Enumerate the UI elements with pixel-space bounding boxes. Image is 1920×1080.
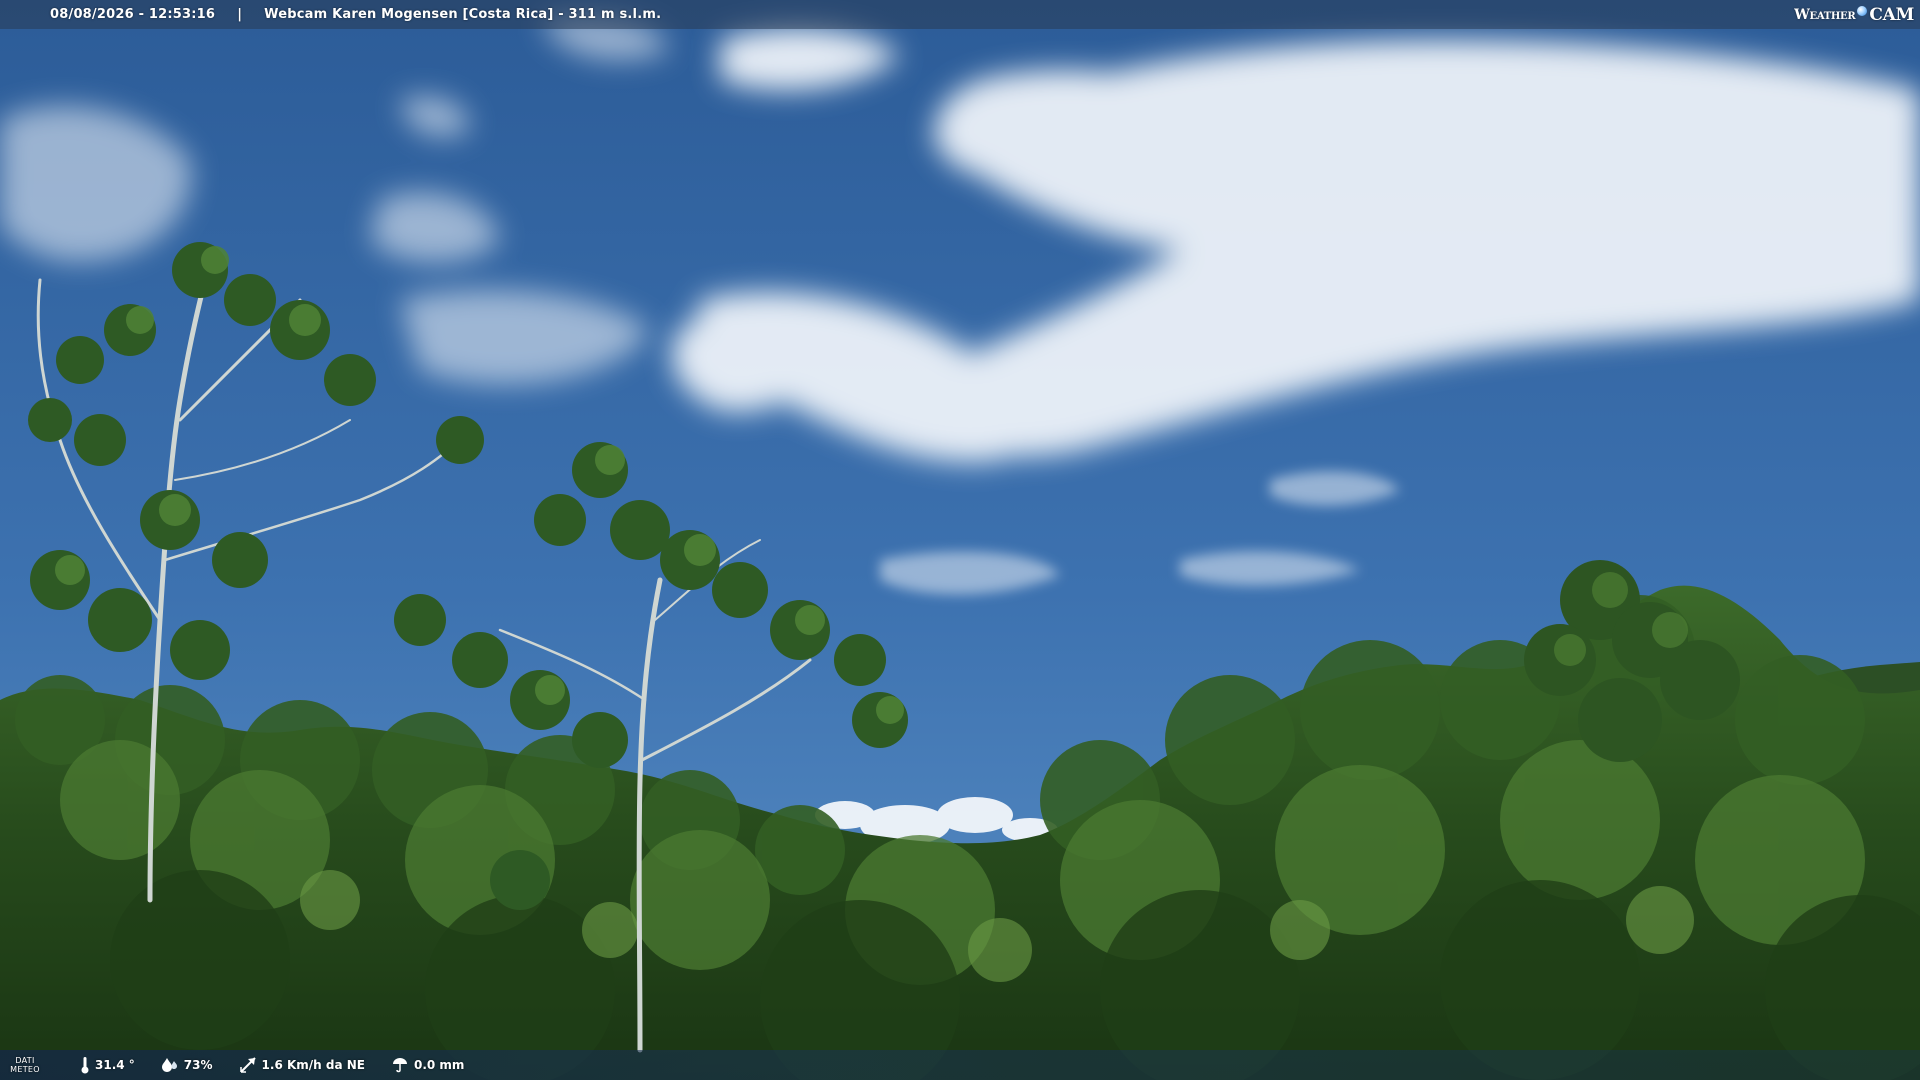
temperature-reading: 31.4 °: [80, 1056, 135, 1074]
rain-value: 0.0 mm: [413, 1058, 465, 1072]
brand-prefix: Weather: [1794, 7, 1856, 23]
humidity-reading: 73%: [161, 1057, 213, 1073]
rain-reading: 0.0 mm: [391, 1057, 464, 1073]
weather-data-bar: DATI METEO 31.4 ° 73% 1.6 Km/h da NE 0.0…: [0, 1050, 1920, 1080]
meteo-label-line1: DATI: [15, 1056, 35, 1065]
webcam-image: [0, 0, 1920, 1080]
wind-value: 1.6 Km/h da NE: [261, 1058, 365, 1072]
humidity-value: 73%: [183, 1058, 213, 1072]
temperature-value: 31.4 °: [95, 1058, 135, 1072]
capture-datetime: 08/08/2026 - 12:53:16: [50, 7, 216, 22]
brand-suffix: CAM: [1869, 5, 1914, 25]
thermometer-icon: [81, 1057, 89, 1074]
wind-reading: 1.6 Km/h da NE: [239, 1056, 365, 1074]
wind-direction-icon: [239, 1057, 256, 1073]
globe-icon: [1857, 6, 1868, 16]
rain-icon: [392, 1058, 407, 1073]
humidity-drop-icon: [161, 1058, 177, 1072]
meteo-label-line2: METEO: [10, 1065, 40, 1074]
webcam-title: Webcam Karen Mogensen [Costa Rica] - 311…: [264, 7, 662, 22]
weathercam-logo: Weather CAM: [1794, 4, 1914, 26]
meteo-label: DATI METEO: [0, 1056, 50, 1074]
webcam-scene: [0, 0, 1920, 1080]
top-info-bar: 08/08/2026 - 12:53:16 | Webcam Karen Mog…: [0, 0, 1920, 29]
header-separator: |: [237, 7, 243, 22]
